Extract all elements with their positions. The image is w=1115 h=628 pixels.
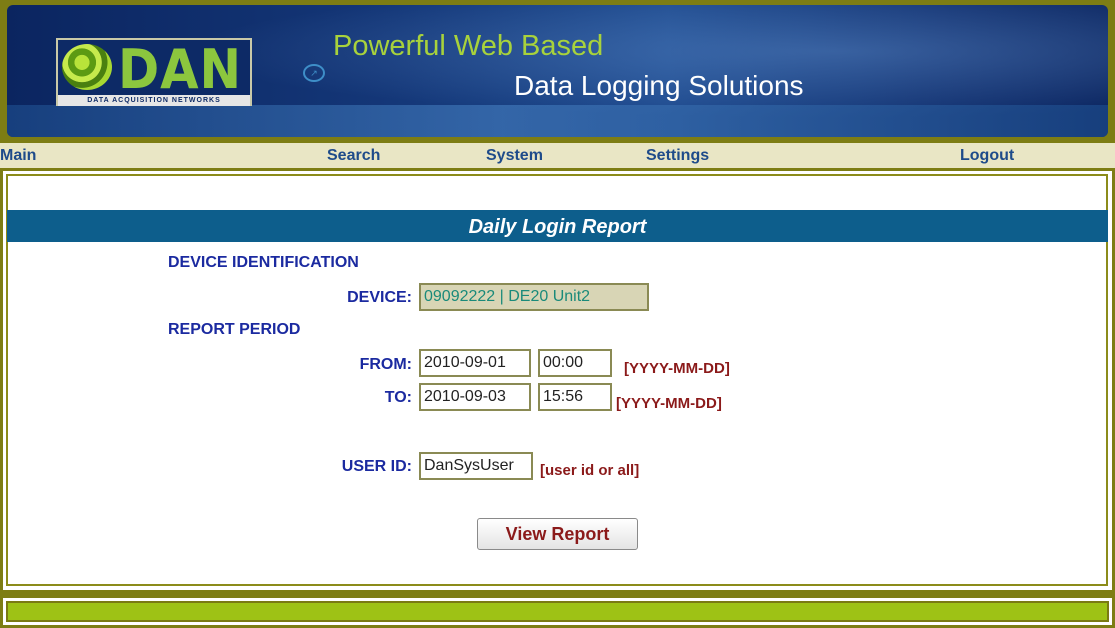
swirl-icon <box>62 44 112 90</box>
from-time-input[interactable] <box>538 349 612 377</box>
nav-system[interactable]: System <box>486 147 543 165</box>
nav-main[interactable]: Main <box>0 147 36 165</box>
from-label: FROM: <box>359 356 412 373</box>
header-banner: DAN DATA ACQUISITION NETWORKS ↗ Powerful… <box>0 0 1115 143</box>
user-id-input[interactable] <box>419 452 533 480</box>
to-date-format-hint: [YYYY-MM-DD] <box>616 395 722 412</box>
to-label: TO: <box>384 389 412 406</box>
nav-bar: Main Search System Settings Logout <box>0 143 1115 168</box>
nav-logout[interactable]: Logout <box>960 147 1014 165</box>
logo-subtitle: DATA ACQUISITION NETWORKS <box>58 95 250 106</box>
arrow-circle-icon: ↗ <box>303 64 325 82</box>
dan-logo: DAN DATA ACQUISITION NETWORKS <box>56 38 252 106</box>
to-date-input[interactable] <box>419 383 531 411</box>
device-field: 09092222 | DE20 Unit2 <box>419 283 649 311</box>
user-id-label: USER ID: <box>341 458 412 475</box>
tagline-line2: Data Logging Solutions <box>514 70 804 101</box>
footer-bar <box>6 601 1109 622</box>
view-report-button[interactable]: View Report <box>477 518 638 550</box>
from-date-format-hint: [YYYY-MM-DD] <box>624 360 730 377</box>
user-id-hint: [user id or all] <box>540 462 640 479</box>
logo-text: DAN <box>118 38 243 101</box>
to-time-input[interactable] <box>538 383 612 411</box>
device-section-heading: DEVICE IDENTIFICATION <box>168 254 359 271</box>
report-title: Daily Login Report <box>7 210 1108 242</box>
device-label: DEVICE: <box>347 289 412 306</box>
footer <box>0 595 1115 628</box>
tagline-line1: Powerful Web Based <box>333 30 604 62</box>
report-period-heading: REPORT PERIOD <box>168 321 301 338</box>
from-date-input[interactable] <box>419 349 531 377</box>
nav-search[interactable]: Search <box>327 147 380 165</box>
nav-settings[interactable]: Settings <box>646 147 709 165</box>
